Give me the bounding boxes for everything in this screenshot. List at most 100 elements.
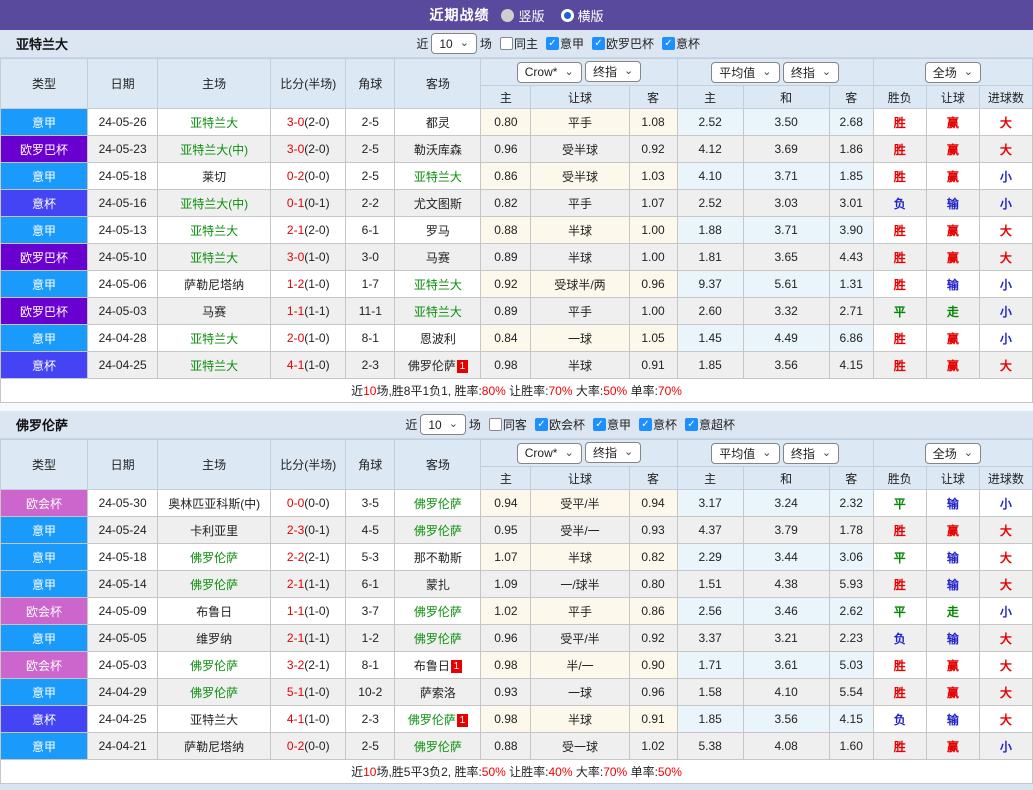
away-team-link[interactable]: 罗马: [426, 224, 450, 238]
match-type-cell: 意甲: [0, 162, 89, 190]
checkbox-league-1[interactable]: ✓ 欧会杯: [530, 416, 585, 433]
home-team-link[interactable]: 萨勒尼塔纳: [184, 740, 244, 754]
home-team-link[interactable]: 亚特兰大: [190, 359, 238, 373]
away-team-link[interactable]: 那不勒斯: [414, 551, 462, 565]
handicap-away-odds: 0.82: [628, 543, 678, 571]
match-count-select[interactable]: 10 ⌄: [431, 33, 477, 54]
goals-result-cell: 小: [978, 324, 1033, 352]
handicap-terminal-select[interactable]: 终指 ⌄: [585, 442, 642, 464]
euro-terminal-select-value: 终指: [790, 65, 815, 80]
checkbox-league-1[interactable]: ✓ 意甲: [541, 35, 584, 52]
league-checkbox-icon[interactable]: ✓: [684, 418, 698, 431]
away-team-link[interactable]: 马赛: [426, 251, 450, 265]
home-team-link[interactable]: 佛罗伦萨: [190, 551, 238, 565]
halftime-score: (2-1): [304, 658, 330, 672]
near-label: 近: [416, 37, 429, 51]
view-mode-radio-vertical[interactable]: 竖版: [501, 6, 545, 25]
handicap-source-select[interactable]: Crow* ⌄: [516, 442, 582, 464]
score-cell: 2-1(2-0): [270, 216, 347, 244]
home-team-link[interactable]: 佛罗伦萨: [190, 578, 238, 592]
league-checkbox-icon[interactable]: ✓: [545, 37, 559, 50]
handicap-home-odds: 0.98: [480, 705, 532, 733]
home-team-link[interactable]: 维罗纳: [196, 632, 232, 646]
home-team-link[interactable]: 萨勒尼塔纳: [184, 278, 244, 292]
away-team-link[interactable]: 佛罗伦萨: [414, 497, 462, 511]
checkbox-league-4[interactable]: ✓ 意超杯: [680, 416, 735, 433]
away-team-link[interactable]: 佛罗伦萨: [414, 605, 462, 619]
result-cell: 负: [872, 705, 927, 733]
euro-source-select[interactable]: 平均值 ⌄: [711, 442, 780, 464]
away-team-link[interactable]: 佛罗伦萨: [414, 632, 462, 646]
euro-source-select[interactable]: 平均值 ⌄: [711, 61, 780, 83]
checkbox-league-3[interactable]: ✓ 意杯: [657, 35, 700, 52]
scope-select[interactable]: 全场 ⌄: [924, 61, 981, 83]
home-team-link[interactable]: 布鲁日: [196, 605, 232, 619]
league-checkbox-icon[interactable]: ✓: [534, 418, 548, 431]
checkbox-same-venue[interactable]: 同主: [495, 35, 538, 52]
home-team-link[interactable]: 马赛: [202, 305, 226, 319]
match-count-select[interactable]: 10 ⌄: [420, 414, 466, 435]
match-row: 意甲 24-04-29 佛罗伦萨 5-1(1-0) 10-2 萨索洛 0.93 一球 0.96 1…: [0, 678, 1033, 706]
corner-cell: 1-7: [345, 270, 396, 298]
away-team-link[interactable]: 萨索洛: [420, 686, 456, 700]
home-team-link[interactable]: 亚特兰大: [190, 251, 238, 265]
chevron-down-icon: ⌄: [448, 418, 458, 430]
handicap-result-cell: 赢: [925, 162, 980, 190]
goals-result-cell: 大: [978, 570, 1033, 598]
away-team-link[interactable]: 亚特兰大: [414, 305, 462, 319]
league-checkbox-icon[interactable]: ✓: [591, 37, 605, 50]
euro-away-odds: 1.31: [828, 270, 874, 298]
away-team-link[interactable]: 亚特兰大: [414, 170, 462, 184]
score-cell: 1-1(1-0): [270, 597, 347, 625]
away-team-cell: 亚特兰大: [394, 270, 482, 298]
away-team-link[interactable]: 都灵: [426, 116, 450, 130]
home-team-link[interactable]: 奥林匹亚科斯(中): [168, 497, 260, 511]
home-team-link[interactable]: 莱切: [202, 170, 226, 184]
handicap-line: 平手: [530, 189, 630, 217]
euro-terminal-select[interactable]: 终指 ⌄: [782, 442, 840, 464]
away-team-link[interactable]: 亚特兰大: [414, 278, 462, 292]
handicap-away-odds: 0.91: [628, 705, 678, 733]
away-team-link[interactable]: 佛罗伦萨: [414, 740, 462, 754]
handicap-line: 半球: [530, 243, 630, 271]
checkbox-league-2[interactable]: ✓ 欧罗巴杯: [587, 35, 654, 52]
home-team-link[interactable]: 亚特兰大: [190, 224, 238, 238]
league-checkbox-icon[interactable]: ✓: [592, 418, 606, 431]
same-venue-checkbox-icon[interactable]: [488, 418, 502, 431]
view-mode-radio-horizontal[interactable]: 横版: [560, 6, 604, 25]
handicap-terminal-select[interactable]: 终指 ⌄: [585, 61, 642, 83]
handicap-line: 一球: [530, 324, 630, 352]
league-checkbox-icon[interactable]: ✓: [638, 418, 652, 431]
home-team-link[interactable]: 佛罗伦萨: [190, 659, 238, 673]
euro-terminal-select[interactable]: 终指 ⌄: [782, 61, 840, 83]
away-team-link[interactable]: 恩波利: [420, 332, 456, 346]
league-checkbox-icon[interactable]: ✓: [661, 37, 675, 50]
checkbox-league-3[interactable]: ✓ 意杯: [634, 416, 677, 433]
chevron-down-icon: ⌄: [459, 37, 469, 49]
away-team-link[interactable]: 佛罗伦萨: [408, 713, 456, 727]
halftime-score: (0-0): [304, 739, 330, 753]
handicap-source-select[interactable]: Crow* ⌄: [516, 61, 582, 83]
away-team-link[interactable]: 蒙扎: [426, 578, 450, 592]
euro-away-odds: 4.15: [828, 351, 874, 379]
same-venue-checkbox-icon[interactable]: [499, 37, 513, 50]
away-team-cell: 佛罗伦萨 1: [394, 351, 482, 379]
away-team-link[interactable]: 勒沃库森: [414, 143, 462, 157]
away-team-link[interactable]: 尤文图斯: [414, 197, 462, 211]
scope-select[interactable]: 全场 ⌄: [924, 442, 981, 464]
checkbox-league-2[interactable]: ✓ 意甲: [588, 416, 631, 433]
home-team-link[interactable]: 亚特兰大(中): [180, 143, 248, 157]
home-team-link[interactable]: 佛罗伦萨: [190, 686, 238, 700]
home-team-link[interactable]: 亚特兰大: [190, 116, 238, 130]
home-team-link[interactable]: 亚特兰大: [190, 332, 238, 346]
handicap-result-cell: 输: [925, 270, 980, 298]
home-team-link[interactable]: 亚特兰大: [190, 713, 238, 727]
away-team-link[interactable]: 布鲁日: [414, 659, 450, 673]
checkbox-same-venue[interactable]: 同客: [484, 416, 527, 433]
euro-away-odds: 5.54: [828, 678, 874, 706]
away-team-link[interactable]: 佛罗伦萨: [408, 359, 456, 373]
home-team-link[interactable]: 亚特兰大(中): [180, 197, 248, 211]
home-team-link[interactable]: 卡利亚里: [190, 524, 238, 538]
summary-text: 近10场,胜5平3负2, 胜率:50% 让胜率:40% 大率:70% 单率:50…: [0, 759, 1033, 784]
away-team-link[interactable]: 佛罗伦萨: [414, 524, 462, 538]
